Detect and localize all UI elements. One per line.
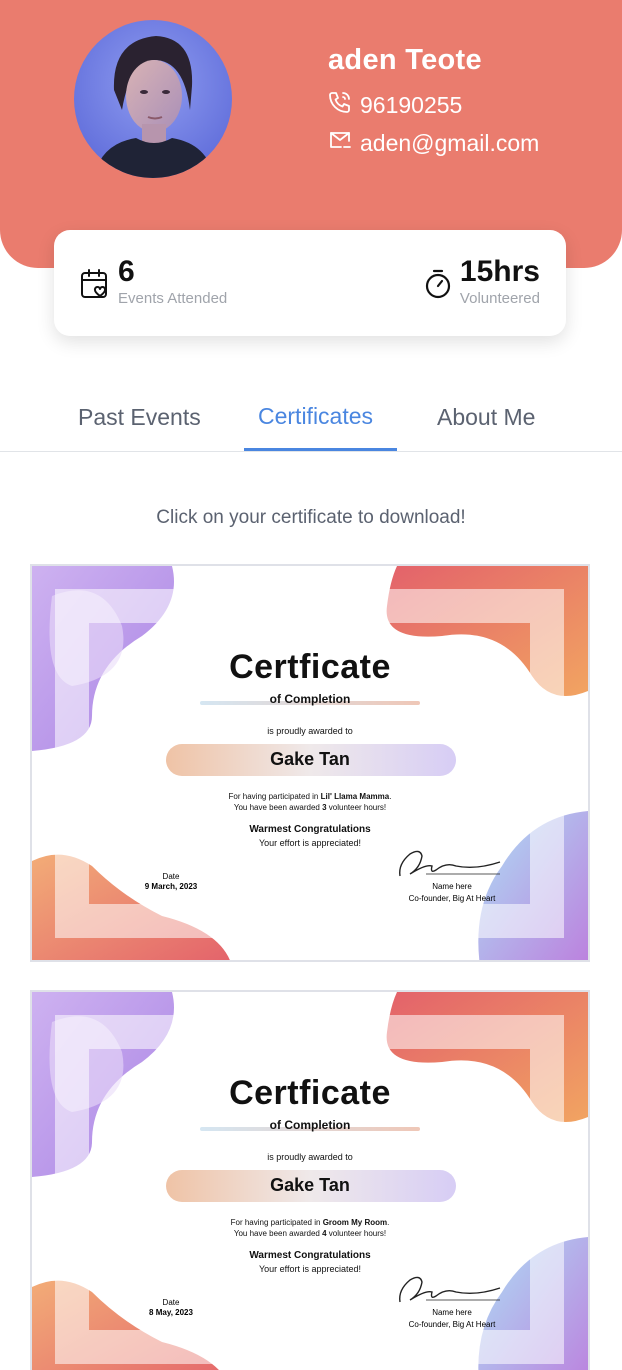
avatar[interactable] [74,20,232,178]
signer-name: Name here [432,882,472,891]
certificate-date: 9 March, 2023 [144,882,198,891]
participation-text: For having participated in Groom My Room… [230,1218,390,1227]
congrats-text: Warmest Congratulations [249,1250,371,1261]
certificate-title: Certficate [229,648,391,686]
tab-past-events[interactable]: Past Events [78,404,201,431]
events-count: 6 [118,255,135,288]
certificate-card[interactable]: Certficate of Completion is proudly awar… [30,564,590,962]
certificate-title: Certficate [229,1074,391,1112]
stats-card: 6 Events Attended 15hrs Volunteered [54,230,566,336]
hours-awarded-text: You have been awarded 3 volunteer hours! [233,803,387,812]
hours-label: Volunteered [459,290,540,307]
email-row: aden@gmail.com [328,129,539,157]
signature-icon [399,850,501,877]
profile-name: aden Teote [328,44,482,76]
email-address[interactable]: aden@gmail.com [360,130,539,157]
download-hint: Click on your certificate to download! [156,507,466,528]
volunteered-hours-stat: 15hrs Volunteered [424,254,540,308]
awarded-text: is proudly awarded to [267,1152,353,1162]
event-name: Lil' Llama Mamma [320,792,390,801]
recipient-name: Gake Tan [270,1175,350,1195]
hours-count: 4 [322,1229,327,1238]
events-attended-stat: 6 Events Attended [80,254,227,308]
recipient-name: Gake Tan [270,749,350,769]
tab-about-me[interactable]: About Me [437,404,535,431]
tab-certificates[interactable]: Certificates [258,403,373,430]
hours-count: 3 [322,803,327,812]
events-label: Events Attended [118,290,228,307]
signer-role: Co-founder, Big At Heart [408,894,496,903]
hours-value: 15hrs [459,255,540,288]
certificate-subtitle: of Completion [269,1118,351,1132]
calendar-heart-icon [80,268,110,305]
awarded-text: is proudly awarded to [267,726,353,736]
mail-icon [328,129,352,157]
active-tab-indicator [244,448,397,451]
certificate-date: 8 May, 2023 [149,1308,193,1317]
congrats-text: Warmest Congratulations [249,824,371,835]
hours-awarded-text: You have been awarded 4 volunteer hours! [233,1229,387,1238]
certificate-subtitle: of Completion [269,692,351,706]
event-name: Groom My Room [322,1218,388,1227]
date-label: Date [162,872,180,881]
participation-text: For having participated in Lil' Llama Ma… [228,792,392,801]
phone-row: 96190255 [328,90,462,120]
signer-role: Co-founder, Big At Heart [408,1320,496,1329]
profile-tabs: Past Events Certificates About Me [0,396,622,452]
date-label: Date [162,1298,180,1307]
signer-name: Name here [432,1308,472,1317]
certificate-card[interactable]: Certficate of Completion is proudly awar… [30,990,590,1370]
stopwatch-icon [424,268,452,305]
phone-icon [328,90,352,120]
profile-header: aden Teote 96190255 aden@gmail.com [0,0,622,268]
phone-number[interactable]: 96190255 [360,92,462,119]
signature-icon [399,1276,501,1303]
